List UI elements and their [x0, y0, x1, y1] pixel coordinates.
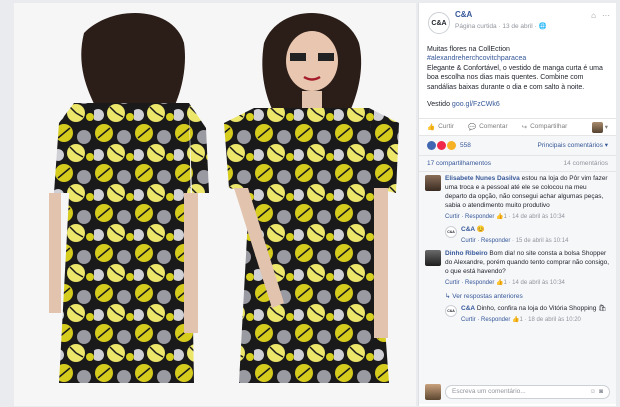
share-button[interactable]: ↪ Compartilhar [522, 123, 568, 131]
page-logo[interactable]: C&A [428, 12, 450, 34]
like-icon: 👍 [427, 123, 436, 131]
post-side-panel: C&A C&A Página curtida · 13 de abril · 🌐… [418, 3, 616, 406]
love-reaction-icon [437, 140, 446, 150]
header-icons: ⌂ ··· [591, 11, 610, 20]
comment-likes: · 15 de abril às 10:14 [512, 237, 569, 244]
vestido-prefix: Vestido [427, 101, 452, 109]
comment-item: Dinho Ribeiro Bom dia! no site consta a … [425, 250, 610, 287]
comment-reply-link[interactable]: Curtir · Responder [461, 238, 510, 244]
avatar [591, 121, 603, 133]
comment-author[interactable]: C&A [461, 226, 475, 233]
comment-reply-link[interactable]: Curtir · Responder [445, 214, 494, 220]
comment-likes: 👍1 · 18 de abril às 10:20 [512, 317, 581, 324]
comment-placeholder: Escreva um comentário... [452, 388, 526, 396]
comment-button[interactable]: 💬 Comentar [468, 123, 508, 131]
emoji-icon[interactable]: ☺ [589, 388, 596, 395]
comment-text: 😊 [476, 225, 485, 233]
like-label: Curtir [438, 123, 454, 131]
reactions-bar: 558 Principais comentários ▾ [419, 135, 616, 156]
reactions-count: 558 [460, 141, 471, 149]
share-label: Compartilhar [530, 123, 568, 131]
post-line1: Muitas flores na CollEction [427, 46, 510, 53]
photo-dresses [14, 3, 416, 406]
comments-order-dropdown[interactable]: Principais comentários ▾ [538, 141, 608, 149]
post-header: C&A C&A Página curtida · 13 de abril · 🌐… [419, 3, 616, 37]
like-button[interactable]: 👍 Curtir [427, 123, 454, 131]
page-name[interactable]: C&A [455, 10, 608, 19]
camera-icon[interactable]: ◙ [599, 388, 603, 395]
share-icon: ↪ [521, 123, 528, 131]
comment-input-icons: ☺ ◙ [589, 388, 603, 395]
tag-icon[interactable]: ⌂ [591, 11, 596, 20]
comment-icon: 💬 [467, 123, 477, 131]
post-text: Muitas flores na CollEction #alexandrehe… [419, 37, 616, 110]
comments-count: 14 comentários [563, 159, 608, 167]
comment-author[interactable]: Dinho Ribeiro [445, 250, 488, 257]
post-hashtag[interactable]: #alexandreherchcovitchparacea [427, 54, 608, 63]
shares-bar: 17 compartilhamentos 14 comentários [419, 155, 616, 172]
avatar[interactable] [425, 174, 441, 191]
post-as-selector[interactable]: ▾ [591, 121, 608, 133]
comment-reply: C&A C&A 😊 Curtir · Responder · 15 de abr… [445, 225, 610, 245]
comment-label: Comentar [479, 123, 508, 131]
comment-reply-link[interactable]: Curtir · Responder [445, 280, 494, 286]
page-logo[interactable]: C&A [445, 225, 457, 238]
chevron-down-icon: ▾ [604, 124, 608, 132]
avatar[interactable] [425, 250, 441, 266]
reactions-summary[interactable]: 558 [427, 140, 471, 150]
see-previous-replies-link[interactable]: ↳ Ver respostas anteriores [445, 292, 610, 300]
vestido-link[interactable]: goo.gl/FzCWk6 [452, 101, 500, 108]
comment-likes: 👍1 · 14 de abril às 10:34 [496, 213, 565, 220]
comment-author[interactable]: C&A [461, 305, 475, 312]
post-actions: 👍 Curtir 💬 Comentar ↪ Compartilhar ▾ [419, 117, 616, 136]
page-logo[interactable]: C&A [445, 305, 457, 318]
write-comment-row: Escreva um comentário... ☺ ◙ [425, 383, 610, 400]
post-body: Elegante & Confortável, o vestido de man… [427, 64, 603, 91]
like-reaction-icon [427, 140, 436, 150]
post-vestido: Vestido goo.gl/FzCWk6 [427, 100, 608, 109]
comment-likes: 👍1 · 14 de abril às 10:34 [496, 279, 565, 286]
comment-input[interactable]: Escreva um comentário... ☺ ◙ [445, 384, 610, 399]
avatar [425, 383, 441, 400]
shares-count[interactable]: 17 compartilhamentos [427, 160, 491, 167]
comments-list: Elisabete Nunes Dasilva estou na loja do… [419, 171, 616, 404]
comment-author[interactable]: Elisabete Nunes Dasilva [445, 175, 520, 182]
post-meta: Página curtida · 13 de abril · 🌐 [455, 23, 547, 30]
comment-item: Elisabete Nunes Dasilva estou na loja do… [425, 174, 610, 221]
options-icon[interactable]: ··· [602, 11, 610, 20]
comment-text: Dinho, confira na loja do Vitória Shoppi… [476, 305, 607, 313]
post-photo[interactable] [14, 3, 416, 406]
comment-reply: C&A C&A Dinho, confira na loja do Vitóri… [445, 305, 610, 324]
comment-reply-link[interactable]: Curtir · Responder [461, 317, 510, 323]
wow-reaction-icon [447, 140, 456, 150]
